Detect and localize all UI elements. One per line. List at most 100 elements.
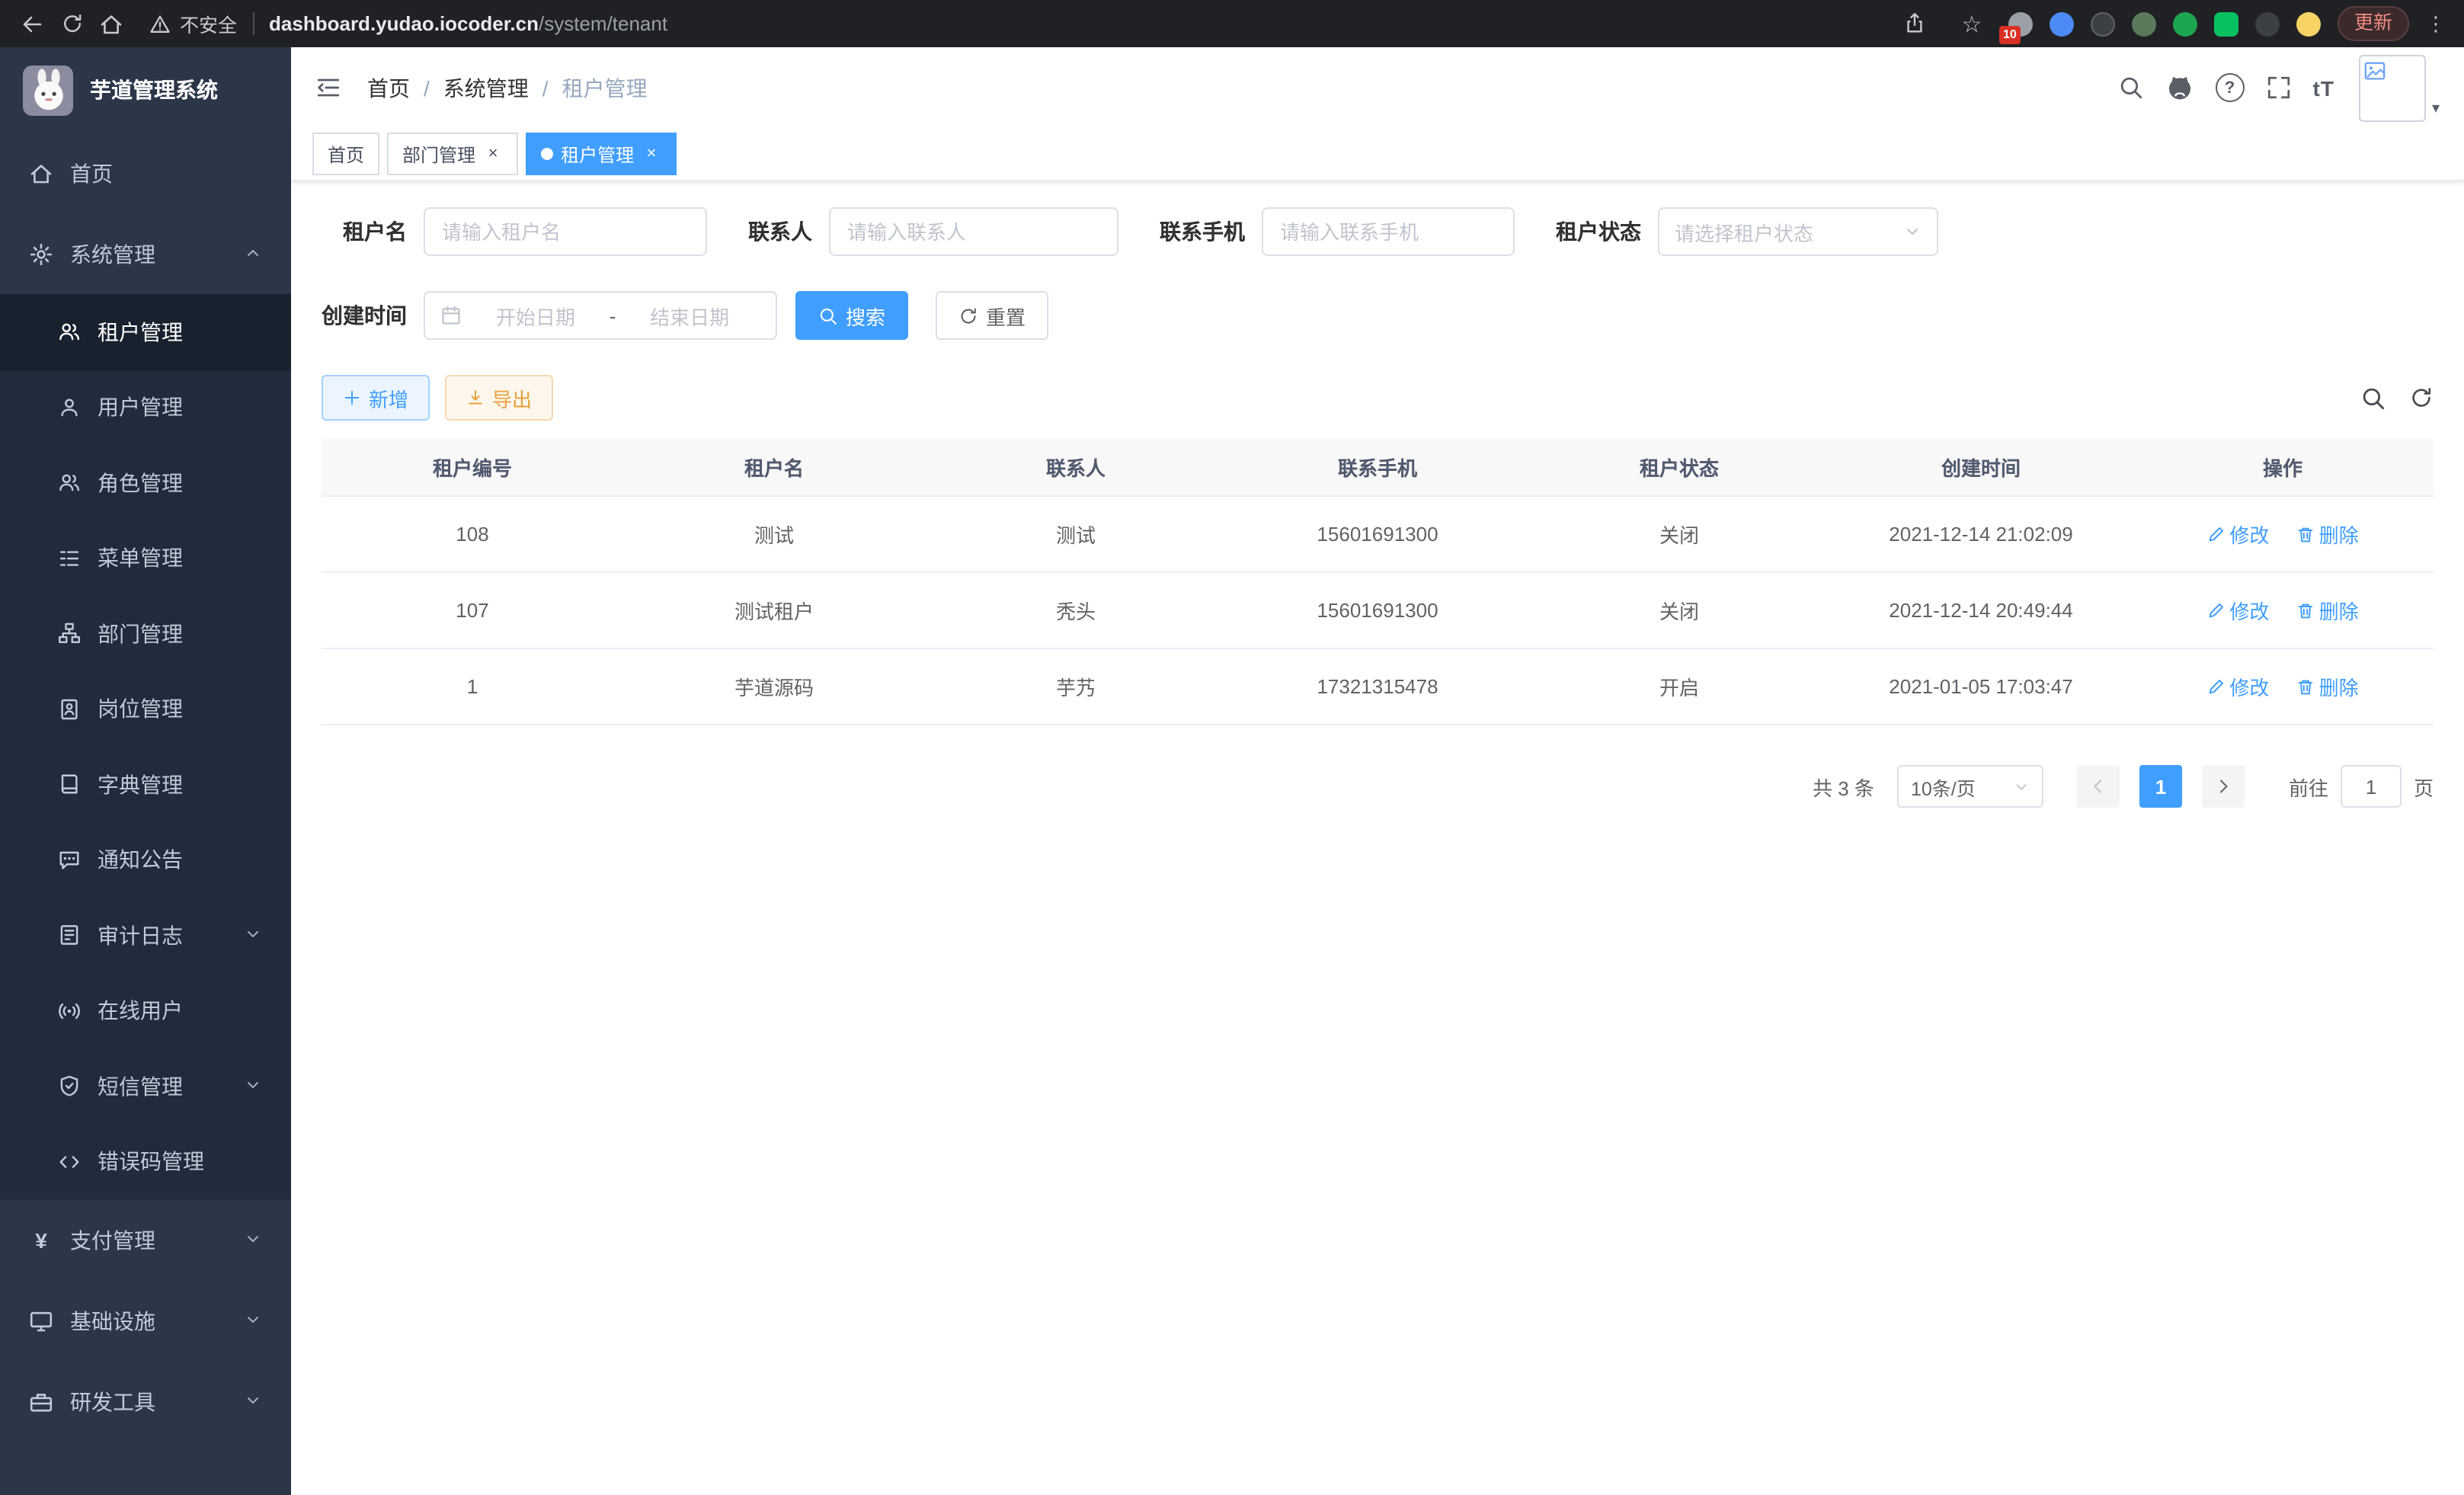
bookmark-button[interactable]: ☆ xyxy=(1952,4,1992,43)
tenant-name-input[interactable] xyxy=(424,207,707,256)
cell-id: 108 xyxy=(322,496,623,572)
pagination: 共 3 条 10条/页 1 前往 页 xyxy=(322,765,2434,808)
user-menu[interactable]: ▾ xyxy=(2359,54,2440,121)
cell-status: 开启 xyxy=(1528,648,1830,725)
extension-icon-2[interactable] xyxy=(2050,11,2074,36)
chevron-down-icon xyxy=(1903,222,1922,241)
sidebar-item-home[interactable]: 首页 xyxy=(0,133,291,213)
cell-mobile: 15601691300 xyxy=(1227,496,1528,572)
profile-avatar[interactable] xyxy=(2296,11,2321,36)
toolbox-icon xyxy=(29,1389,53,1413)
question-icon: ? xyxy=(2225,78,2235,97)
chevron-up-icon xyxy=(244,242,262,266)
tab-dept[interactable]: 部门管理 × xyxy=(387,133,518,175)
edit-button[interactable]: 修改 xyxy=(2206,520,2269,549)
browser-reload-button[interactable] xyxy=(52,4,91,43)
cell-name: 芋道源码 xyxy=(623,648,925,725)
rabbit-logo-icon xyxy=(25,67,71,113)
monitor-icon xyxy=(29,1308,53,1333)
sidebar-item-dept[interactable]: 部门管理 xyxy=(0,596,291,671)
address-bar[interactable]: dashboard.yudao.iocoder.cn/system/tenant xyxy=(269,12,1890,35)
sidebar-group-infra[interactable]: 基础设施 xyxy=(0,1280,291,1361)
delete-button[interactable]: 删除 xyxy=(2296,520,2359,549)
sidebar-item-audit-log[interactable]: 审计日志 xyxy=(0,898,291,973)
mobile-input[interactable] xyxy=(1262,207,1515,256)
tenant-table: 租户编号 租户名 联系人 联系手机 租户状态 创建时间 操作 108 测试 xyxy=(322,439,2434,725)
fullscreen-button[interactable] xyxy=(2266,75,2292,101)
page-number-button[interactable]: 1 xyxy=(2139,765,2182,808)
cell-contact: 芋艿 xyxy=(925,648,1227,725)
search-button[interactable]: 搜索 xyxy=(795,291,908,340)
pagination-total: 共 3 条 xyxy=(1813,772,1874,801)
font-size-button[interactable]: tT xyxy=(2313,75,2334,100)
extension-icon-7[interactable] xyxy=(2255,11,2280,36)
sidebar-group-payment[interactable]: ¥ 支付管理 xyxy=(0,1199,291,1280)
github-link[interactable] xyxy=(2165,73,2194,102)
delete-button[interactable]: 删除 xyxy=(2296,596,2359,625)
refresh-table-button[interactable] xyxy=(2409,386,2434,410)
sidebar-group-system[interactable]: 系统管理 xyxy=(0,213,291,294)
column-header-mobile: 联系手机 xyxy=(1227,439,1528,496)
sidebar-item-menu[interactable]: 菜单管理 xyxy=(0,520,291,596)
extension-icon-5[interactable] xyxy=(2173,11,2197,36)
next-page-button[interactable] xyxy=(2202,765,2245,808)
tenant-status-select[interactable]: 请选择租户状态 xyxy=(1658,207,1938,256)
export-button[interactable]: 导出 xyxy=(445,375,553,421)
sidebar-item-notice[interactable]: 通知公告 xyxy=(0,822,291,898)
sidebar-item-dict[interactable]: 字典管理 xyxy=(0,747,291,822)
tab-tenant-active[interactable]: 租户管理 × xyxy=(526,133,677,175)
reset-button[interactable]: 重置 xyxy=(936,291,1048,340)
cell-actions: 修改 删除 xyxy=(2132,648,2434,725)
toggle-search-button[interactable] xyxy=(2360,385,2386,411)
delete-button[interactable]: 删除 xyxy=(2296,672,2359,701)
contact-input[interactable] xyxy=(829,207,1118,256)
breadcrumb-separator: / xyxy=(542,75,549,100)
extension-icon-1[interactable]: 10 xyxy=(2008,11,2033,36)
close-icon[interactable]: × xyxy=(642,144,661,164)
chevron-down-icon xyxy=(244,924,262,948)
sidebar-item-online-users[interactable]: 在线用户 xyxy=(0,973,291,1048)
docs-help-button[interactable]: ? xyxy=(2216,73,2245,102)
add-button[interactable]: 新增 xyxy=(322,375,430,421)
breadcrumb-item[interactable]: 首页 xyxy=(367,72,410,103)
breadcrumb-item[interactable]: 系统管理 xyxy=(443,72,529,103)
sidebar-item-role[interactable]: 角色管理 xyxy=(0,445,291,520)
prev-page-button[interactable] xyxy=(2077,765,2120,808)
share-button[interactable] xyxy=(1896,4,1935,43)
browser-home-button[interactable] xyxy=(91,4,131,43)
download-icon xyxy=(466,389,485,407)
sidebar-item-tenant[interactable]: 租户管理 xyxy=(0,294,291,370)
extension-icon-6[interactable] xyxy=(2214,11,2238,36)
cell-created: 2021-12-14 21:02:09 xyxy=(1830,496,2132,572)
page-size-select[interactable]: 10条/页 xyxy=(1897,765,2043,808)
sidebar-item-sms[interactable]: 短信管理 xyxy=(0,1048,291,1124)
app-logo[interactable]: 芋道管理系统 xyxy=(0,47,291,133)
sidebar-group-devtools[interactable]: 研发工具 xyxy=(0,1361,291,1442)
extension-icon-4[interactable] xyxy=(2132,11,2156,36)
create-time-range-picker[interactable]: 开始日期 - 结束日期 xyxy=(424,291,777,340)
date-range-separator: - xyxy=(610,304,616,327)
close-icon[interactable]: × xyxy=(483,144,503,164)
tab-home[interactable]: 首页 xyxy=(312,133,379,175)
edit-button[interactable]: 修改 xyxy=(2206,672,2269,701)
sidebar-item-errorcode[interactable]: 错误码管理 xyxy=(0,1124,291,1199)
column-header-name: 租户名 xyxy=(623,439,925,496)
header-search-button[interactable] xyxy=(2118,75,2144,101)
refresh-icon xyxy=(2409,386,2434,410)
reload-icon xyxy=(60,12,83,35)
goto-page-input[interactable] xyxy=(2341,765,2402,808)
system-submenu: 租户管理 用户管理 角色管理 菜单管理 部门管理 xyxy=(0,294,291,1199)
edit-button[interactable]: 修改 xyxy=(2206,596,2269,625)
bookmark-star-icon: ☆ xyxy=(1962,10,1982,37)
update-button[interactable]: 更新 xyxy=(2338,6,2409,41)
back-arrow-icon xyxy=(20,11,44,36)
sidebar-item-user[interactable]: 用户管理 xyxy=(0,370,291,445)
url-domain: dashboard.yudao.iocoder.cn xyxy=(269,12,539,35)
browser-menu-icon[interactable]: ⋮ xyxy=(2426,11,2446,36)
extension-icon-3[interactable] xyxy=(2091,11,2115,36)
sidebar-collapse-button[interactable] xyxy=(315,75,341,101)
user-icon xyxy=(58,396,81,419)
site-security-chip[interactable]: 不安全 xyxy=(149,9,237,38)
browser-back-button[interactable] xyxy=(12,4,52,43)
sidebar-item-post[interactable]: 岗位管理 xyxy=(0,671,291,747)
